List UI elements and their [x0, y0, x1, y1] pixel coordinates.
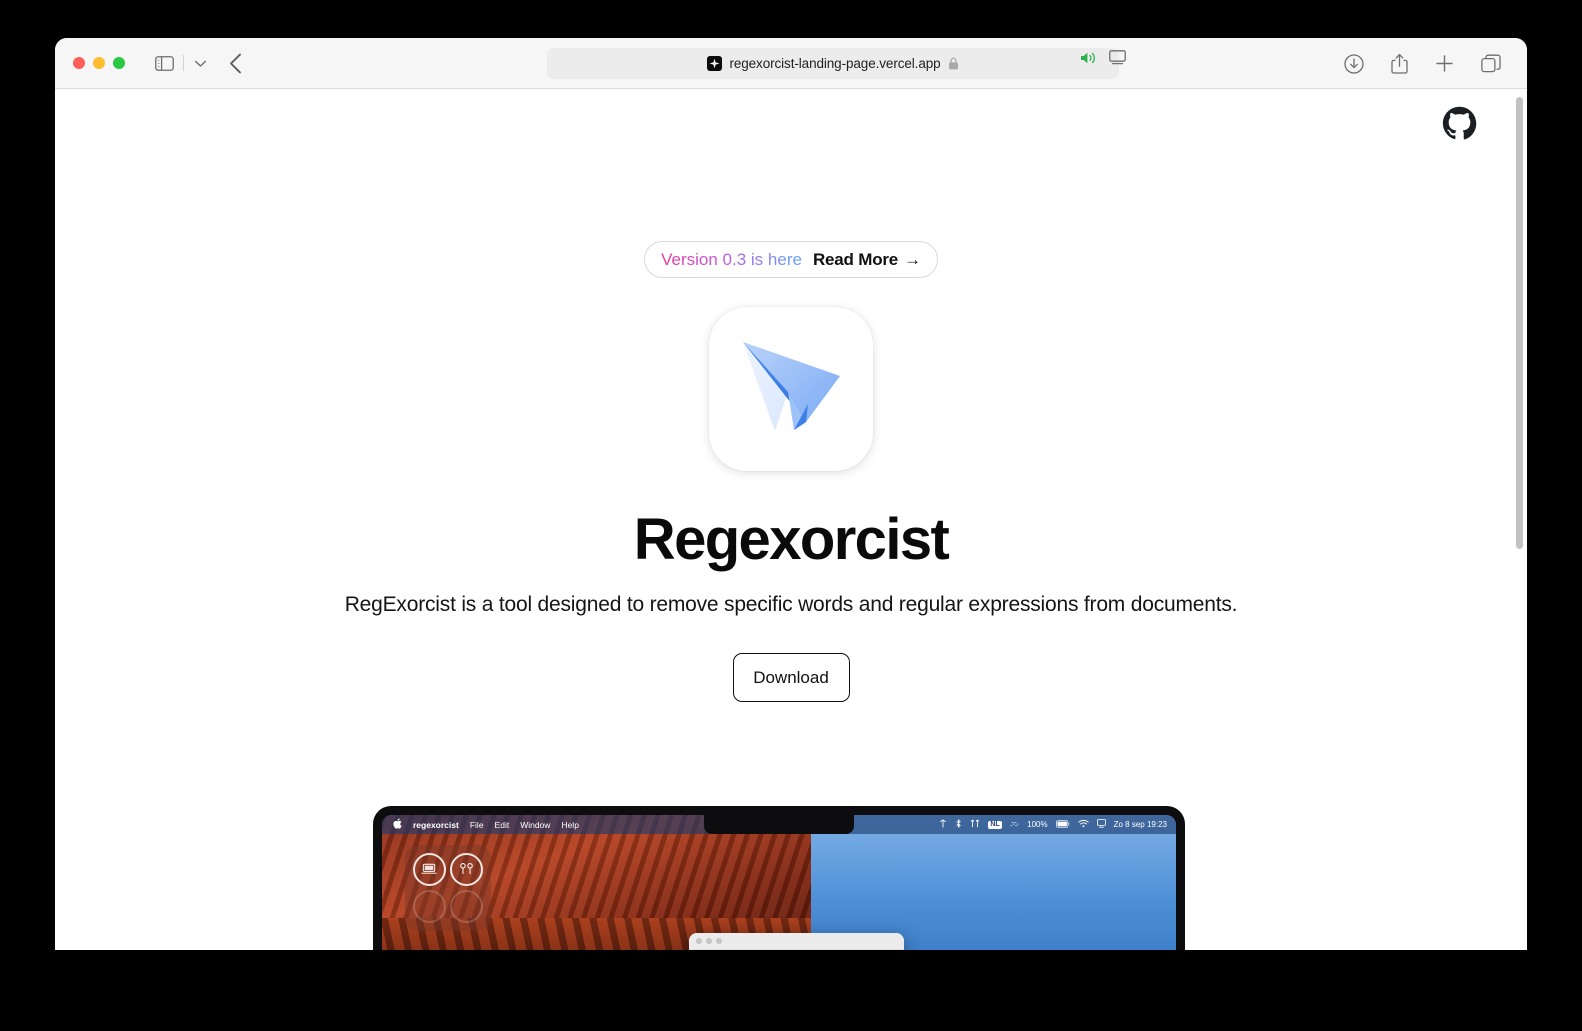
wifi-icon[interactable]	[1078, 819, 1089, 830]
toolbar-divider	[183, 55, 184, 71]
desktop-backdrop: regexorcist-landing-page.vercel.app Vers…	[0, 0, 1582, 1031]
battery-icon[interactable]	[1055, 819, 1070, 830]
page-scrollbar-thumb[interactable]	[1516, 97, 1523, 549]
chevron-down-icon[interactable]	[194, 59, 207, 68]
downloads-icon[interactable]	[1344, 53, 1364, 74]
maximize-window-button[interactable]	[113, 57, 125, 69]
mac-menu-items: regexorcist File Edit Window Help	[382, 818, 579, 831]
laptop-mockup: regexorcist File Edit Window Help NL 100…	[373, 806, 1185, 950]
mac-clock[interactable]: Zo 8 sep 19:23	[1114, 820, 1167, 829]
mac-menu-edit[interactable]: Edit	[495, 820, 510, 830]
read-more-label: Read More	[812, 249, 899, 269]
siri-icon[interactable]	[1010, 820, 1019, 830]
back-button[interactable]	[229, 53, 242, 74]
version-banner[interactable]: Version 0.3 is here Read More →	[644, 241, 938, 278]
airpods-icon	[450, 852, 484, 886]
mock-maximize-button[interactable]	[716, 938, 722, 944]
browser-toolbar: regexorcist-landing-page.vercel.app	[55, 38, 1527, 89]
mock-minimize-button[interactable]	[706, 938, 712, 944]
mac-status-items: NL 100% Zo 8 sep 19:23	[939, 819, 1167, 830]
read-more-link[interactable]: Read More →	[813, 250, 921, 270]
desktop-wallpaper	[382, 815, 1176, 950]
hero-section: Version 0.3 is here Read More → Regexorc…	[55, 89, 1527, 702]
screen-mirroring-icon[interactable]	[1096, 819, 1106, 830]
laptop-notch	[704, 815, 854, 834]
battery-widget	[405, 845, 491, 931]
toolbar-right-actions	[1344, 38, 1501, 89]
page-subtitle: RegExorcist is a tool designed to remove…	[344, 593, 1238, 616]
minimize-window-button[interactable]	[93, 57, 105, 69]
keyboard-layout-badge[interactable]: NL	[987, 820, 1003, 829]
mock-app-window: RegExorcist	[689, 933, 904, 950]
battery-percent: 100%	[1027, 820, 1048, 829]
wallpaper-sky	[811, 815, 1176, 950]
battery-slot-empty-2	[450, 890, 484, 924]
share-icon[interactable]	[1391, 53, 1408, 74]
version-text: Version 0.3 is here	[661, 249, 802, 269]
airdrop-icon[interactable]	[970, 819, 980, 830]
laptop-icon	[412, 852, 446, 886]
new-tab-icon[interactable]	[1435, 54, 1454, 73]
audio-playing-icon[interactable]	[1080, 51, 1097, 70]
close-window-button[interactable]	[73, 57, 85, 69]
mock-close-button[interactable]	[696, 938, 702, 944]
app-icon	[709, 307, 873, 471]
safari-browser-window: regexorcist-landing-page.vercel.app Vers…	[55, 38, 1527, 950]
url-text: regexorcist-landing-page.vercel.app	[729, 56, 941, 71]
page-scrollbar[interactable]	[1516, 97, 1523, 942]
page-content: Version 0.3 is here Read More → Regexorc…	[55, 89, 1527, 950]
site-favicon-icon	[707, 56, 723, 71]
window-controls	[73, 57, 125, 69]
media-indicators	[1080, 50, 1126, 70]
address-bar[interactable]: regexorcist-landing-page.vercel.app	[547, 48, 1119, 79]
lock-icon	[948, 57, 959, 70]
apple-logo-icon[interactable]	[393, 818, 402, 831]
airplay-icon[interactable]	[1109, 50, 1126, 70]
mac-menu-help[interactable]: Help	[561, 820, 578, 830]
battery-slot-empty-1	[412, 890, 446, 924]
control-center-icon[interactable]	[939, 819, 947, 830]
tab-overview-icon[interactable]	[1481, 54, 1501, 74]
sidebar-toggle-icon[interactable]	[155, 55, 174, 71]
mac-app-name[interactable]: regexorcist	[413, 820, 459, 830]
mac-menu-file[interactable]: File	[470, 820, 484, 830]
laptop-screen: regexorcist File Edit Window Help NL 100…	[382, 815, 1176, 950]
download-button[interactable]: Download	[732, 653, 850, 702]
bluetooth-icon[interactable]	[955, 819, 962, 830]
arrow-right-icon: →	[904, 249, 921, 269]
page-title: Regexorcist	[633, 507, 950, 572]
mac-menu-window[interactable]: Window	[520, 820, 550, 830]
mock-app-titlebar	[689, 933, 904, 950]
